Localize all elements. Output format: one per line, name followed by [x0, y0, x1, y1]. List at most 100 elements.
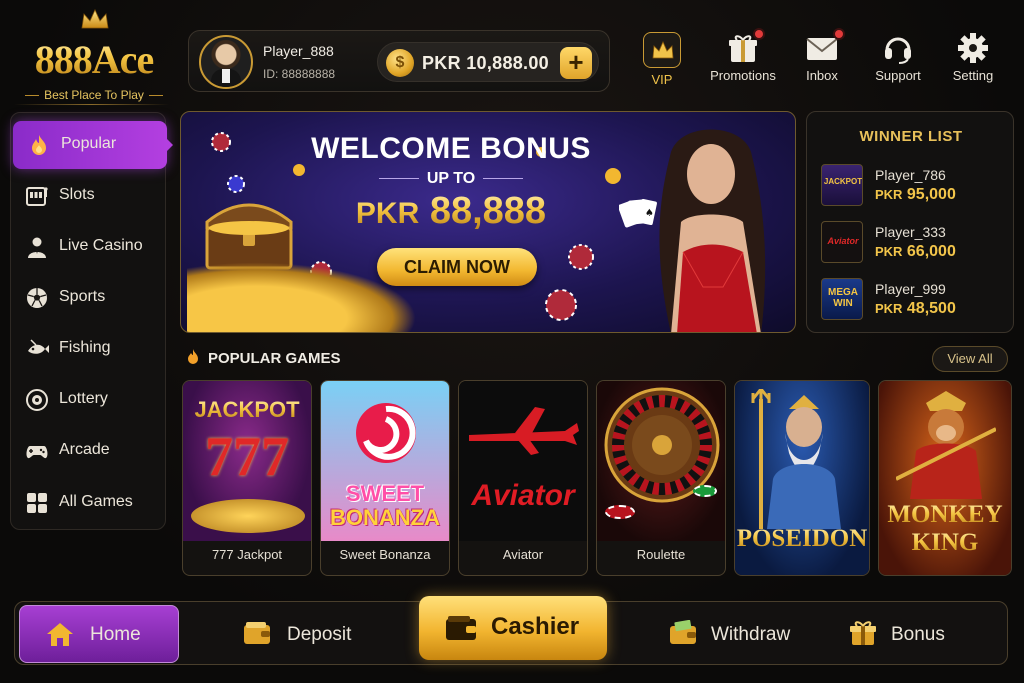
notification-dot — [833, 28, 845, 40]
gift-icon — [727, 28, 765, 64]
winner-amount-value: 95,000 — [906, 186, 956, 203]
bottom-nav-deposit[interactable]: Deposit — [243, 602, 363, 666]
winner-amount: PKR 48,500 — [875, 300, 956, 318]
mega-win-game-thumbnail: MEGA WIN — [821, 278, 863, 320]
envelope-icon — [805, 28, 845, 64]
bottom-nav-label: Withdraw — [711, 624, 791, 645]
winner-name: Player_786 — [875, 167, 946, 183]
gift-icon — [850, 621, 876, 645]
fish-icon — [28, 339, 49, 354]
bottom-nav-label: Bonus — [891, 624, 945, 645]
winner-amount-value: 66,000 — [906, 243, 956, 260]
brand-logo[interactable]: 888Ace Best Place To Play — [14, 8, 174, 102]
home-icon — [47, 623, 73, 646]
casino-chip — [605, 505, 635, 519]
nav-support[interactable]: Support — [868, 32, 928, 94]
sidebar-item-live-casino[interactable]: Live Casino — [11, 223, 167, 271]
sidebar-item-sports[interactable]: Sports — [11, 274, 167, 322]
banner-subtitle: UP TO — [311, 170, 591, 188]
sidebar-item-popular[interactable]: Popular — [13, 121, 173, 169]
game-name: Sweet Bonanza — [339, 547, 431, 562]
game-card-poseidon[interactable]: POSEIDON — [734, 380, 870, 576]
grid-icon — [27, 493, 47, 513]
thumb-label: JACKPOT — [823, 177, 863, 186]
wallet-icon — [446, 616, 476, 640]
claim-now-button[interactable]: CLAIM NOW — [377, 248, 537, 286]
brand-name: 888Ace — [14, 36, 174, 83]
game-card-777-jackpot[interactable]: JACKPOT 777 777 Jackpot — [182, 380, 312, 576]
popular-games-title: POPULAR GAMES — [208, 350, 341, 367]
bottom-nav-cashier[interactable]: Cashier — [419, 596, 607, 660]
banner-title: WELCOME BONUS — [311, 132, 591, 165]
bottom-nav-home[interactable]: Home — [19, 605, 179, 663]
player-id: ID: 88888888 — [263, 67, 336, 81]
winner-row[interactable]: MEGA WIN Player_999 PKR 48,500 — [821, 278, 1007, 322]
bottom-nav-withdraw[interactable]: Withdraw — [669, 602, 799, 666]
winner-amount: PKR 95,000 — [875, 186, 956, 204]
winner-amount: PKR 66,000 — [875, 243, 956, 261]
player-profile-card[interactable]: Player_888 ID: 88888888 $ PKR 10,888.00 … — [188, 30, 610, 92]
add-funds-button[interactable]: + — [560, 47, 592, 79]
crown-icon — [643, 32, 681, 68]
nav-setting[interactable]: Setting — [946, 32, 1000, 94]
bottom-nav-label: Deposit — [287, 624, 352, 645]
bottom-nav-bonus[interactable]: Bonus — [849, 602, 959, 666]
gear-icon — [957, 32, 989, 64]
sidebar-item-label: Popular — [61, 135, 117, 152]
sidebar-item-label: Live Casino — [59, 237, 143, 254]
sidebar-item-label: Lottery — [59, 390, 108, 407]
balance-value: PKR 10,888.00 — [422, 53, 549, 73]
game-name: 777 Jackpot — [211, 547, 283, 562]
sidebar-item-slots[interactable]: Slots — [11, 172, 167, 220]
sidebar-item-lottery[interactable]: Lottery — [11, 376, 167, 424]
nav-vip-label: VIP — [651, 72, 673, 87]
winner-list-title: WINNER LIST — [859, 128, 963, 145]
game-art: JACKPOT 777 — [183, 381, 311, 541]
winner-currency: PKR — [875, 301, 903, 316]
treasure-chest-icon — [205, 203, 293, 270]
game-card-monkey-king[interactable]: MONKEY KING — [878, 380, 1012, 576]
bottom-navigation: Home Deposit Cashier Withdraw Bonus — [14, 596, 1008, 666]
monkey-king-figure — [896, 391, 996, 499]
nav-vip[interactable]: VIP — [640, 32, 684, 94]
divider — [14, 104, 169, 105]
game-card-roulette[interactable]: Roulette — [596, 380, 726, 576]
seven-symbol: 777 — [205, 426, 289, 488]
wallet-icon — [244, 622, 270, 644]
nav-promotions[interactable]: Promotions — [706, 28, 780, 94]
avatar-shirt — [222, 69, 230, 83]
winner-amount-value: 48,500 — [906, 300, 956, 317]
view-all-button[interactable]: View All — [932, 346, 1008, 372]
avatar[interactable] — [199, 35, 253, 89]
rupee-coin-icon: $ — [386, 49, 414, 77]
gamepad-icon — [26, 446, 48, 459]
airplane-icon — [469, 407, 579, 455]
headset-icon — [882, 32, 914, 64]
thumb-label: MEGA WIN — [828, 287, 858, 309]
notification-dot — [753, 28, 765, 40]
game-card-aviator[interactable]: Aviator Aviator — [458, 380, 588, 576]
game-card-sweet-bonanza[interactable]: SWEET BONANZA Sweet Bonanza — [320, 380, 450, 576]
player-name: Player_888 — [263, 43, 334, 59]
sidebar-item-label: Slots — [59, 186, 95, 203]
brand-tagline: Best Place To Play — [14, 88, 174, 102]
sidebar-item-fishing[interactable]: Fishing — [11, 325, 167, 373]
nav-inbox[interactable]: Inbox — [800, 28, 845, 94]
game-art-title: JACKPOT — [183, 397, 311, 423]
winner-row[interactable]: JACKPOT Player_786 PKR 95,000 — [821, 164, 1007, 208]
winner-currency: PKR — [875, 244, 903, 259]
dealer-icon — [28, 237, 46, 258]
flame-icon — [188, 349, 198, 364]
winner-name: Player_333 — [875, 224, 946, 240]
winner-currency: PKR — [875, 187, 903, 202]
game-art: MONKEY KING — [879, 381, 1011, 575]
winner-list-panel: WINNER LIST JACKPOT Player_786 PKR 95,00… — [806, 111, 1014, 333]
sidebar-item-label: Sports — [59, 288, 106, 305]
sidebar-item-all-games[interactable]: All Games — [11, 479, 167, 527]
game-art-title: Aviator — [471, 479, 575, 512]
nav-promotions-label: Promotions — [710, 68, 776, 83]
game-art: POSEIDON — [735, 381, 869, 575]
welcome-bonus-banner[interactable]: WELCOME BONUS UP TO PKR 88,888 CLAIM NOW… — [180, 111, 796, 333]
winner-row[interactable]: Aviator Player_333 PKR 66,000 — [821, 221, 1007, 265]
sidebar-item-arcade[interactable]: Arcade — [11, 427, 167, 475]
